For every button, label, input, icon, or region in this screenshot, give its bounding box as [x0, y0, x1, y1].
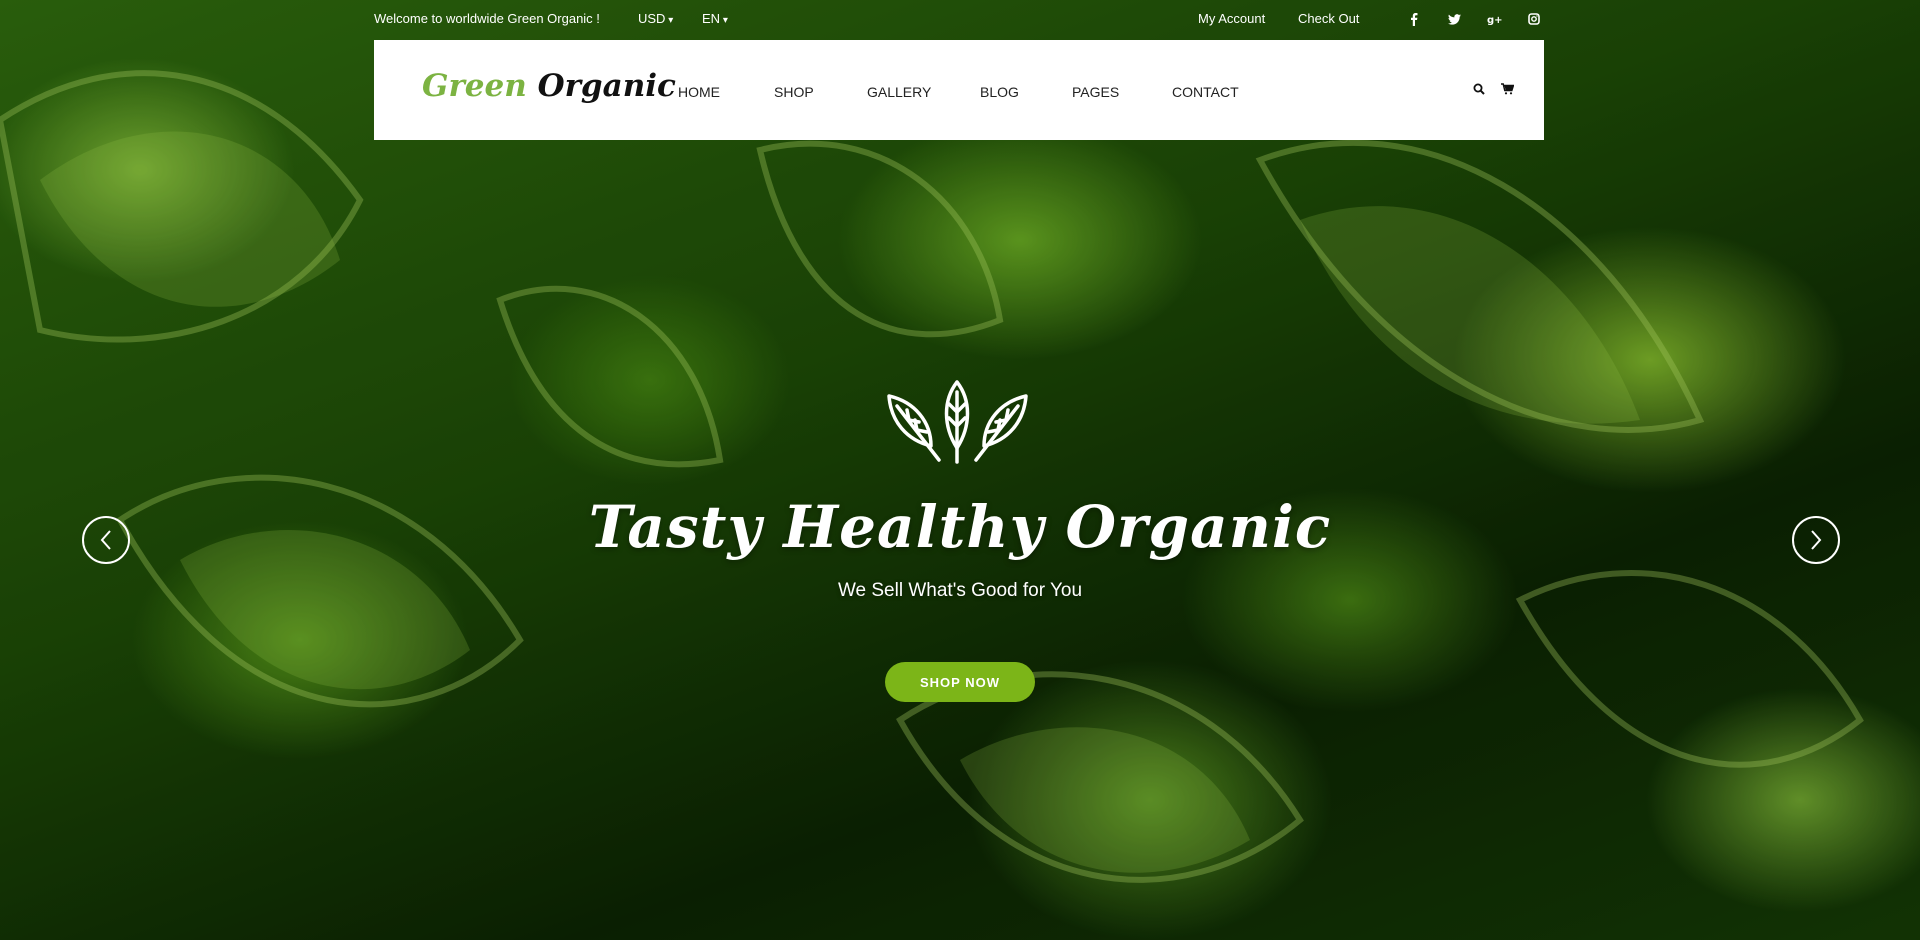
hero-background — [0, 0, 1920, 940]
svg-text:g+: g+ — [1487, 15, 1502, 25]
check-out-link[interactable]: Check Out — [1298, 11, 1359, 26]
site-logo[interactable]: Green Organic — [422, 68, 676, 104]
nav-shop[interactable]: SHOP — [774, 84, 814, 100]
slider-next-button[interactable] — [1792, 516, 1840, 564]
hero-title: Tasty Healthy Organic — [588, 493, 1332, 561]
shop-now-button[interactable]: SHOP NOW — [885, 662, 1035, 702]
language-dropdown[interactable]: EN — [702, 11, 728, 26]
leaves-icon — [887, 380, 1028, 464]
currency-dropdown[interactable]: USD — [638, 11, 673, 26]
nav-gallery[interactable]: GALLERY — [867, 84, 931, 100]
instagram-icon[interactable] — [1524, 9, 1544, 29]
my-account-link[interactable]: My Account — [1198, 11, 1265, 26]
main-header: Green Organic HOME SHOP GALLERY BLOG PAG… — [374, 40, 1544, 140]
chevron-left-icon — [100, 530, 111, 550]
chevron-right-icon — [1811, 530, 1822, 550]
hero-overlay — [0, 0, 1920, 940]
nav-contact[interactable]: CONTACT — [1172, 84, 1239, 100]
welcome-text: Welcome to worldwide Green Organic ! — [374, 11, 600, 26]
hero-subtitle: We Sell What's Good for You — [837, 580, 1083, 601]
search-icon[interactable] — [1470, 80, 1488, 98]
nav-blog[interactable]: BLOG — [980, 84, 1019, 100]
twitter-icon[interactable] — [1444, 9, 1464, 29]
top-bar: Welcome to worldwide Green Organic ! USD… — [374, 0, 1544, 38]
logo-organic-text: Organic — [537, 68, 676, 104]
logo-green-text: Green — [422, 68, 527, 104]
facebook-icon[interactable] — [1404, 9, 1424, 29]
cart-icon[interactable] — [1498, 80, 1516, 98]
nav-home[interactable]: HOME — [678, 84, 720, 100]
nav-pages[interactable]: PAGES — [1072, 84, 1119, 100]
google-plus-icon[interactable]: g+ — [1484, 9, 1504, 29]
slider-prev-button[interactable] — [82, 516, 130, 564]
